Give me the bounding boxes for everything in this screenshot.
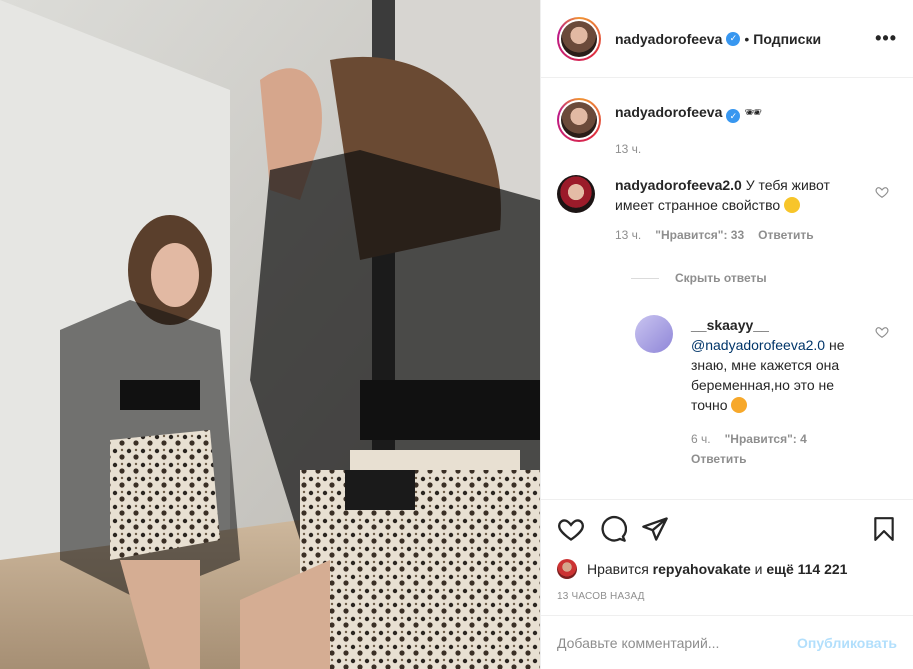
author-avatar-image (561, 20, 597, 57)
comment-icon[interactable] (599, 515, 627, 543)
comment-time[interactable]: 13 ч. (615, 225, 641, 245)
caption: nadyadorofeeva ✓ 🕶 13 ч. (557, 98, 897, 159)
post-header: nadyadorofeeva ✓ • Подписки ••• (541, 0, 913, 78)
comment-author[interactable]: nadyadorofeeva2.0 (615, 177, 742, 193)
verified-badge-icon: ✓ (726, 109, 741, 123)
instagram-post-dialog: nadyadorofeeva ✓ • Подписки ••• nadyador… (0, 0, 913, 669)
reply-avatar[interactable] (635, 315, 673, 353)
post-photo[interactable] (0, 0, 540, 669)
reply-time[interactable]: 6 ч. (691, 429, 711, 449)
heart-icon[interactable] (557, 515, 585, 543)
reply: __skaayy__ @nadyadorofeeva2.0 не знаю, м… (635, 315, 897, 469)
likes-prefix: Нравится (587, 561, 649, 577)
comment-avatar[interactable] (557, 175, 595, 213)
reply-body: __skaayy__ @nadyadorofeeva2.0 не знаю, м… (691, 315, 897, 469)
post-photo-illustration (0, 0, 540, 669)
reply-likes[interactable]: "Нравится": 4 (725, 429, 807, 449)
publish-button[interactable]: Опубликовать (797, 635, 897, 651)
caption-time[interactable]: 13 ч. (615, 139, 641, 159)
comment: nadyadorofeeva2.0 У тебя живот имеет стр… (557, 175, 897, 245)
reply-meta: 6 ч. "Нравится": 4 Ответить (691, 429, 851, 469)
follow-status-button[interactable]: Подписки (753, 31, 821, 47)
comment-likes[interactable]: "Нравится": 33 (655, 225, 744, 245)
paper-plane-icon[interactable] (641, 515, 669, 543)
author-avatar-border (559, 18, 599, 59)
reply-heart-icon[interactable] (875, 325, 889, 339)
author-info: nadyadorofeeva ✓ • Подписки (615, 31, 821, 47)
liker-avatar[interactable] (557, 559, 577, 579)
caption-author[interactable]: nadyadorofeeva (615, 104, 722, 120)
comments-section: nadyadorofeeva ✓ 🕶 13 ч. nadyadorofeeva2.… (541, 78, 913, 499)
likes-count[interactable]: ещё 114 221 (766, 561, 847, 577)
comment-meta: 13 ч. "Нравится": 33 Ответить (615, 225, 867, 245)
add-comment-bar: Опубликовать (541, 615, 913, 669)
comment-reply-button[interactable]: Ответить (758, 225, 813, 245)
more-options-icon[interactable]: ••• (875, 28, 897, 49)
post-side-panel: nadyadorofeeva ✓ • Подписки ••• nadyador… (540, 0, 913, 669)
winking-face-emoji-icon (731, 397, 748, 413)
neutral-face-emoji-icon (784, 197, 801, 213)
liker-username[interactable]: repyahovakate (653, 561, 751, 577)
caption-meta: 13 ч. (615, 139, 897, 159)
header-separator: • (744, 30, 750, 47)
reply-reply-button[interactable]: Ответить (691, 449, 746, 469)
post-time[interactable]: 13 ЧАСОВ НАЗАД (541, 581, 913, 615)
verified-badge-icon: ✓ (726, 31, 741, 46)
comment-input[interactable] (557, 634, 798, 651)
reply-mention[interactable]: @nadyadorofeeva2.0 (691, 337, 825, 353)
hide-replies-label: Скрыть ответы (675, 271, 767, 285)
comment-body: nadyadorofeeva2.0 У тебя живот имеет стр… (615, 175, 897, 245)
post-actions (541, 499, 913, 557)
caption-text: 🕶 (744, 104, 763, 120)
caption-avatar[interactable] (557, 98, 601, 142)
likes-summary: Нравится repyahovakate и ещё 114 221 (541, 557, 913, 581)
caption-avatar-border (559, 100, 599, 140)
comment-heart-icon[interactable] (875, 185, 889, 199)
bookmark-icon[interactable] (871, 515, 897, 543)
caption-body: nadyadorofeeva ✓ 🕶 13 ч. (615, 98, 897, 159)
hide-replies-line (631, 277, 659, 279)
author-avatar[interactable] (557, 16, 601, 61)
author-username[interactable]: nadyadorofeeva (615, 31, 722, 47)
hide-replies-button[interactable]: Скрыть ответы (631, 271, 897, 285)
caption-avatar-image (561, 102, 597, 138)
reply-author[interactable]: __skaayy__ (691, 317, 769, 333)
likes-middle: и (754, 561, 763, 577)
